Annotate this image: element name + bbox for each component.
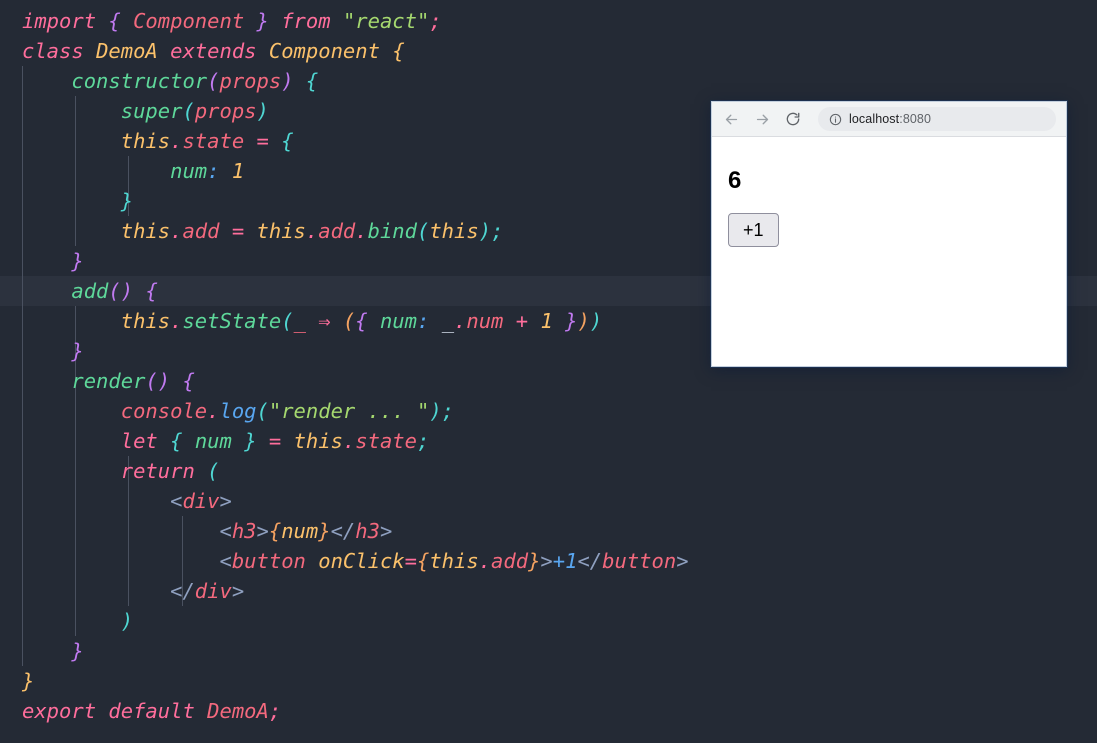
info-circle-icon[interactable] — [829, 113, 842, 126]
code-line-20[interactable]: </div> — [0, 576, 1097, 606]
code-line-2[interactable]: class DemoA extends Component { — [0, 36, 1097, 66]
code-line-17[interactable]: <div> — [0, 486, 1097, 516]
code-line-13[interactable]: render() { — [0, 366, 1097, 396]
increment-button[interactable]: +1 — [728, 213, 779, 247]
screen: import { Component } from "react"; class… — [0, 0, 1097, 743]
forward-icon[interactable] — [753, 110, 771, 128]
reload-icon[interactable] — [784, 110, 802, 128]
code-line-21[interactable]: ) — [0, 606, 1097, 636]
url-host: localhost — [849, 112, 900, 126]
code-line-23[interactable]: } — [0, 666, 1097, 696]
code-line-1[interactable]: import { Component } from "react"; — [0, 6, 1097, 36]
code-line-15[interactable]: let { num } = this.state; — [0, 426, 1097, 456]
code-line-19[interactable]: <button onClick={this.add}>+1</button> — [0, 546, 1097, 576]
code-line-16[interactable]: return ( — [0, 456, 1097, 486]
browser-preview-window[interactable]: localhost:8080 6 +1 — [711, 101, 1067, 367]
url-port: :8080 — [899, 112, 932, 126]
code-line-24[interactable]: export default DemoA; — [0, 696, 1097, 726]
code-line-3[interactable]: constructor(props) { — [0, 66, 1097, 96]
code-line-18[interactable]: <h3>{num}</h3> — [0, 516, 1097, 546]
code-line-14[interactable]: console.log("render ... "); — [0, 396, 1097, 426]
url-text: localhost:8080 — [849, 112, 931, 126]
address-bar[interactable]: localhost:8080 — [818, 107, 1056, 131]
code-line-22[interactable]: } — [0, 636, 1097, 666]
back-icon[interactable] — [722, 110, 740, 128]
counter-value: 6 — [728, 167, 742, 194]
browser-toolbar: localhost:8080 — [712, 102, 1066, 137]
page-viewport: 6 +1 — [712, 137, 1066, 366]
